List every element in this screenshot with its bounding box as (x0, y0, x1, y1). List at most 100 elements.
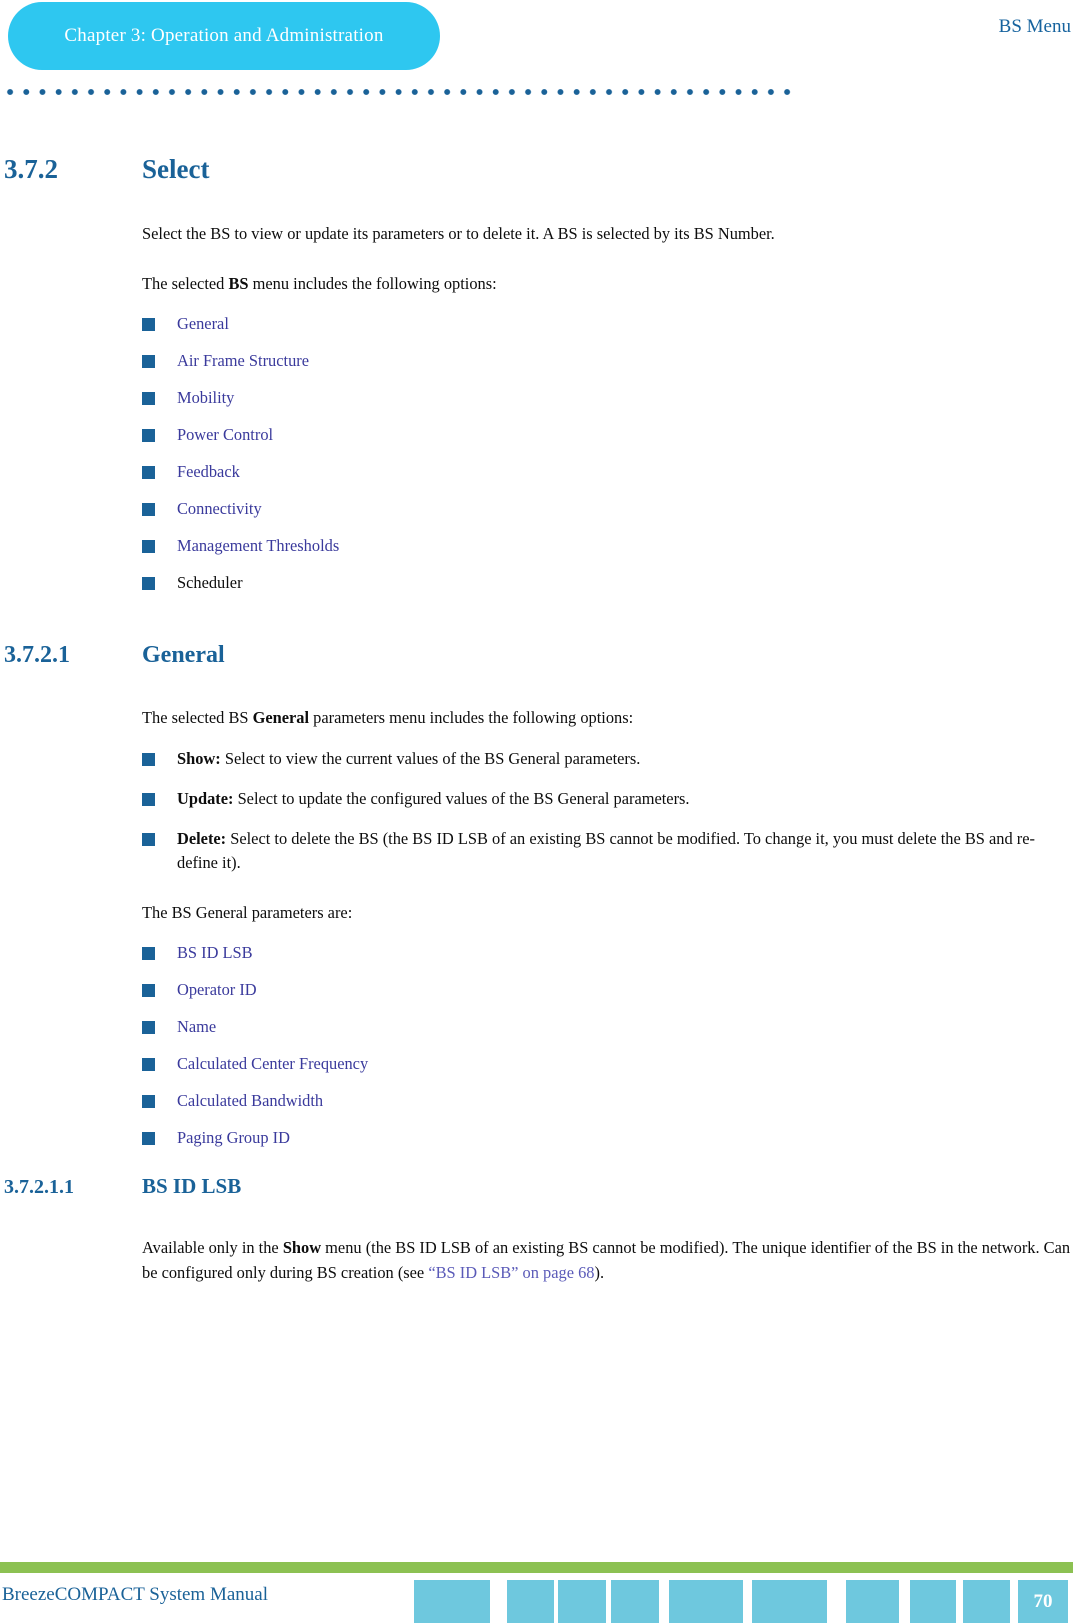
heading-bs-id-lsb-number: 3.7.2.1.1 (4, 1176, 74, 1199)
list-item[interactable]: Delete: Select to delete the BS (the BS … (142, 827, 1073, 875)
bs-id-lsb-body-post: ). (594, 1263, 605, 1283)
list-item[interactable]: Name (142, 1015, 1073, 1039)
dotted-rule-divider (0, 88, 795, 96)
list-item[interactable]: Calculated Center Frequency (142, 1052, 1073, 1076)
page-footer: BreezeCOMPACT System Manual 70 (0, 1562, 1073, 1624)
general-lead-post: parameters menu includes the following o… (309, 708, 634, 728)
square-bullet-icon (142, 577, 155, 591)
general-params-list: BS ID LSB Operator ID Name Calculated Ce… (0, 941, 1073, 1150)
list-item[interactable]: Show: Select to view the current values … (142, 747, 1073, 771)
square-bullet-icon (142, 466, 155, 480)
list-item[interactable]: BS ID LSB (142, 941, 1073, 965)
footer-block (414, 1580, 490, 1623)
heading-bs-id-lsb-title: BS ID LSB (142, 1174, 242, 1199)
footer-block (558, 1580, 606, 1623)
list-item-label: General (177, 314, 229, 334)
square-bullet-icon (142, 355, 155, 369)
list-item-label: Connectivity (177, 499, 262, 519)
square-bullet-icon (142, 392, 155, 406)
page-header: Chapter 3: Operation and Administration … (0, 0, 1073, 110)
action-label: Update: (177, 788, 234, 808)
square-bullet-icon (142, 1021, 155, 1035)
square-bullet-icon (142, 832, 155, 846)
heading-select-title: Select (142, 154, 210, 184)
select-menu-lead-bold: BS (228, 274, 249, 293)
footer-block (752, 1580, 827, 1623)
list-item-label: Update: Select to update the configured … (177, 787, 690, 811)
list-item[interactable]: Operator ID (142, 978, 1073, 1002)
square-bullet-icon (142, 947, 155, 961)
list-item[interactable]: Scheduler (142, 571, 1073, 595)
action-label: Delete: (177, 828, 227, 848)
footer-block (507, 1580, 554, 1623)
list-item-label: Name (177, 1017, 217, 1037)
list-item-label: BS ID LSB (177, 943, 253, 963)
footer-block (611, 1580, 659, 1623)
heading-general-title: General (142, 642, 225, 669)
general-lead-bold: General (252, 708, 310, 728)
list-item-label: Calculated Bandwidth (177, 1091, 324, 1111)
heading-general-number: 3.7.2.1 (4, 642, 70, 669)
running-head: BS Menu (998, 16, 1071, 37)
footer-block (846, 1580, 899, 1623)
heading-general: 3.7.2.1 General (0, 642, 1073, 669)
general-lead-pre: The selected BS (142, 708, 253, 728)
list-item[interactable]: Feedback (142, 460, 1073, 484)
chapter-banner: Chapter 3: Operation and Administration (8, 2, 440, 70)
list-item-label: Feedback (177, 462, 240, 482)
list-item[interactable]: Calculated Bandwidth (142, 1089, 1073, 1113)
list-item[interactable]: General (142, 312, 1073, 336)
list-item[interactable]: Connectivity (142, 497, 1073, 521)
page-content: 3.7.2 Select Select the BS to view or up… (0, 154, 1073, 1285)
bs-id-lsb-paragraph: Available only in the Show menu (the BS … (142, 1235, 1073, 1285)
square-bullet-icon (142, 429, 155, 443)
square-bullet-icon (142, 1095, 155, 1109)
list-item[interactable]: Mobility (142, 386, 1073, 410)
bs-id-lsb-body-pre: Available only in the (142, 1238, 283, 1258)
footer-green-bar (0, 1562, 1073, 1573)
list-item-label: Power Control (177, 425, 274, 445)
general-params-lead: The BS General parameters are: (142, 902, 353, 922)
select-menu-lead-post: menu includes the following options: (248, 274, 497, 293)
list-item-label: Air Frame Structure (177, 351, 309, 371)
chapter-label: Chapter 3: Operation and Administration (64, 25, 384, 46)
action-text: Select to update the configured values o… (233, 788, 690, 808)
square-bullet-icon (142, 752, 155, 766)
list-item-label: Mobility (177, 388, 235, 408)
cross-reference-link[interactable]: “BS ID LSB” on page 68 (428, 1263, 594, 1282)
bs-id-lsb-body-bold: Show (282, 1238, 322, 1258)
heading-select: 3.7.2 Select (0, 154, 1073, 185)
list-item-label: Calculated Center Frequency (177, 1054, 369, 1074)
footer-block (910, 1580, 956, 1623)
action-label: Show: (177, 748, 221, 768)
general-actions-list: Show: Select to view the current values … (0, 747, 1073, 875)
list-item-label: Management Thresholds (177, 536, 340, 556)
list-item[interactable]: Update: Select to update the configured … (142, 787, 1073, 811)
list-item[interactable]: Power Control (142, 423, 1073, 447)
list-item[interactable]: Air Frame Structure (142, 349, 1073, 373)
square-bullet-icon (142, 540, 155, 554)
list-item[interactable]: Management Thresholds (142, 534, 1073, 558)
list-item[interactable]: Paging Group ID (142, 1126, 1073, 1150)
footer-block (669, 1580, 743, 1623)
select-options-list: General Air Frame Structure Mobility Pow… (0, 312, 1073, 595)
square-bullet-icon (142, 503, 155, 517)
page-number-block: 70 (1018, 1580, 1068, 1623)
list-item-label: Delete: Select to delete the BS (the BS … (177, 827, 1073, 875)
square-bullet-icon (142, 792, 155, 806)
list-item-label: Show: Select to view the current values … (177, 747, 640, 771)
action-text: Select to delete the BS (the BS ID LSB o… (177, 828, 1035, 872)
action-text: Select to view the current values of the… (220, 748, 641, 768)
page-number: 70 (1033, 1590, 1053, 1612)
square-bullet-icon (142, 1132, 155, 1146)
heading-bs-id-lsb: 3.7.2.1.1 BS ID LSB (0, 1174, 1073, 1199)
footer-block (963, 1580, 1010, 1623)
list-item-label: Operator ID (177, 980, 257, 1000)
heading-select-number: 3.7.2 (4, 154, 58, 184)
select-menu-lead-paragraph: The selected BS menu includes the follow… (142, 271, 1073, 296)
square-bullet-icon (142, 1058, 155, 1072)
select-intro-paragraph: Select the BS to view or update its para… (142, 224, 775, 243)
square-bullet-icon (142, 984, 155, 998)
footer-decoration-blocks: 70 (0, 1580, 1073, 1624)
select-menu-lead-pre: The selected (142, 274, 229, 293)
